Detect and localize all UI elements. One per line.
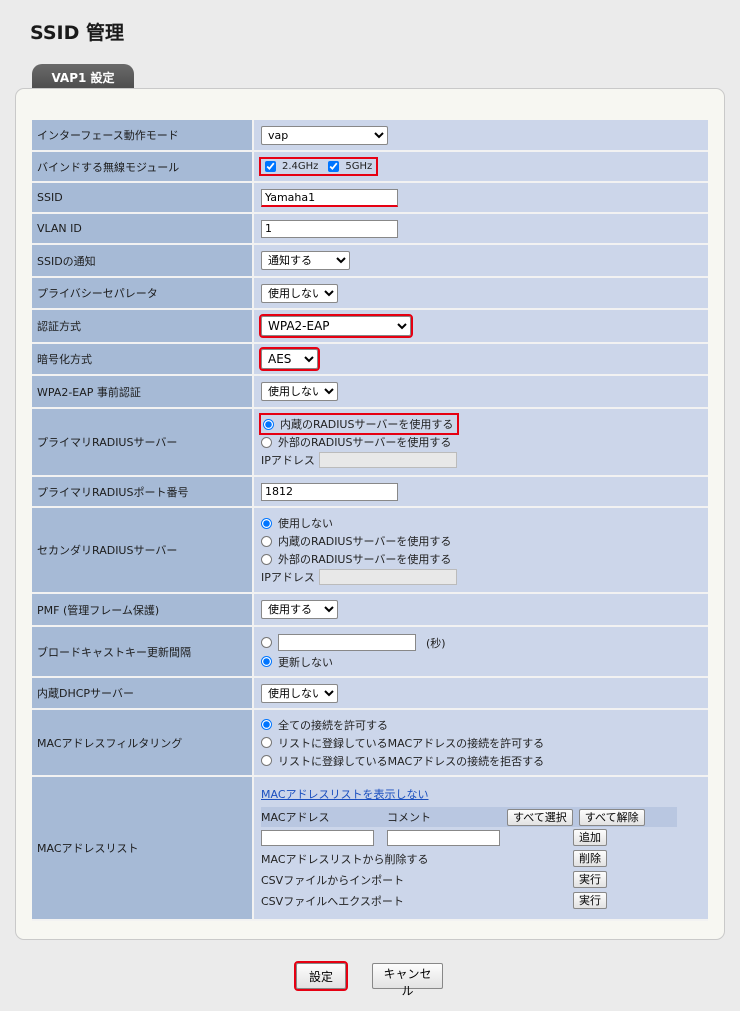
csv-export-button[interactable]: 実行 — [573, 892, 607, 909]
mac-filter-all-row: 全ての接続を許可する — [261, 716, 708, 734]
select-all-button[interactable]: すべて選択 — [507, 808, 573, 826]
primary-radius-external-row: 外部のRADIUSサーバーを使用する — [261, 433, 708, 451]
broadcast-key-no-update-row: 更新しない — [261, 653, 708, 671]
broadcast-key-label: ブロードキャストキー更新間隔 — [32, 627, 254, 678]
encryption-select[interactable]: AES — [259, 347, 320, 371]
mac-delete-label: MACアドレスリストから削除する — [261, 852, 429, 866]
csv-export-row: CSVファイルへエクスポート 実行 — [261, 890, 708, 911]
checkbox-5ghz[interactable] — [328, 160, 340, 172]
secondary-radius-none-radio[interactable] — [261, 517, 272, 529]
privacy-separator-label: プライバシーセパレータ — [32, 278, 254, 310]
cancel-button[interactable]: キャンセル — [372, 963, 443, 998]
delete-button[interactable]: 削除 — [573, 850, 607, 867]
tab-vap1-settings[interactable]: VAP1 設定 — [32, 64, 134, 90]
ssid-notify-label: SSIDの通知 — [32, 245, 254, 278]
label-5ghz: 5GHz — [345, 160, 373, 172]
comment-input[interactable] — [387, 829, 500, 846]
label-24ghz: 2.4GHz — [282, 160, 319, 172]
mac-list-label: MACアドレスリスト — [32, 777, 254, 921]
add-button[interactable]: 追加 — [573, 829, 607, 846]
broadcast-key-no-update-radio[interactable] — [261, 656, 272, 667]
mac-delete-row: MACアドレスリストから削除する 削除 — [261, 848, 708, 869]
bind-module-checkboxes: 2.4GHz 5GHz — [258, 156, 379, 176]
dhcp-label: 内蔵DHCPサーバー — [32, 678, 254, 710]
secondary-radius-internal-row: 内蔵のRADIUSサーバーを使用する — [261, 532, 708, 550]
primary-radius-external-text: 外部のRADIUSサーバーを使用する — [278, 436, 452, 449]
mac-filter-deny-radio[interactable] — [261, 755, 272, 766]
ssid-notify-select[interactable]: 通知する — [261, 251, 350, 270]
privacy-separator-select[interactable]: 使用しない — [261, 283, 338, 303]
secondary-radius-none-row: 使用しない — [261, 514, 708, 532]
primary-radius-external-radio[interactable] — [261, 436, 272, 448]
wpa2-preauth-select[interactable]: 使用しない — [261, 382, 338, 401]
secondary-radius-none-text: 使用しない — [278, 517, 333, 530]
csv-import-label: CSVファイルからインポート — [261, 873, 405, 887]
broadcast-key-interval-radio[interactable] — [261, 637, 272, 648]
mac-filter-allow-text: リストに登録しているMACアドレスの接続を許可する — [278, 736, 545, 750]
interface-mode-label: インターフェース動作モード — [32, 120, 254, 152]
mac-add-row: 追加 — [261, 827, 708, 848]
secondary-radius-external-radio[interactable] — [261, 553, 272, 565]
secondary-radius-ip-input[interactable] — [318, 569, 457, 585]
mac-filter-all-text: 全ての接続を許可する — [278, 718, 388, 732]
primary-radius-internal-text: 内蔵のRADIUSサーバーを使用する — [280, 418, 454, 431]
primary-radius-ip-row: IPアドレス — [261, 451, 708, 469]
secondary-radius-external-row: 外部のRADIUSサーバーを使用する — [261, 550, 708, 568]
comment-col-header: コメント — [387, 811, 431, 824]
secondary-radius-internal-radio[interactable] — [261, 535, 272, 547]
broadcast-key-interval-input[interactable] — [278, 634, 416, 651]
dhcp-select[interactable]: 使用しない — [261, 683, 338, 703]
primary-radius-ip-input[interactable] — [318, 452, 457, 468]
csv-import-row: CSVファイルからインポート 実行 — [261, 869, 708, 890]
wpa2-preauth-label: WPA2-EAP 事前認証 — [32, 376, 254, 409]
csv-export-label: CSVファイルへエクスポート — [261, 894, 404, 908]
broadcast-key-no-update-text: 更新しない — [278, 655, 333, 669]
broadcast-key-unit: (秒) — [426, 636, 446, 650]
primary-radius-port-input[interactable] — [261, 482, 398, 501]
primary-radius-internal-radio[interactable] — [263, 418, 274, 430]
secondary-radius-internal-text: 内蔵のRADIUSサーバーを使用する — [278, 535, 452, 548]
submit-button[interactable]: 設定 — [294, 961, 348, 991]
secondary-radius-ip-row: IPアドレス — [261, 568, 708, 586]
settings-table: インターフェース動作モード vap バインドする無線モジュール 2.4GHz 5… — [32, 120, 708, 921]
secondary-radius-label: セカンダリRADIUSサーバー — [32, 508, 254, 594]
primary-radius-port-label: プライマリRADIUSポート番号 — [32, 477, 254, 508]
pmf-select[interactable]: 使用する — [261, 600, 338, 619]
interface-mode-select[interactable]: vap — [261, 125, 388, 145]
mac-col-header: MACアドレス — [261, 811, 330, 824]
primary-radius-ip-label: IPアドレス — [261, 454, 315, 467]
csv-import-button[interactable]: 実行 — [573, 871, 607, 888]
mac-filter-deny-text: リストに登録しているMACアドレスの接続を拒否する — [278, 754, 545, 768]
mac-filter-deny-row: リストに登録しているMACアドレスの接続を拒否する — [261, 752, 708, 770]
pmf-label: PMF (管理フレーム保護) — [32, 594, 254, 627]
checkbox-24ghz[interactable] — [265, 160, 276, 172]
page-title: SSID 管理 — [30, 22, 124, 44]
bind-module-label: バインドする無線モジュール — [32, 152, 254, 183]
secondary-radius-external-text: 外部のRADIUSサーバーを使用する — [278, 553, 452, 566]
encryption-label: 暗号化方式 — [32, 344, 254, 376]
mac-list-header: MACアドレス コメント すべて選択 すべて解除 — [261, 807, 677, 827]
mac-filter-allow-radio[interactable] — [261, 737, 272, 748]
broadcast-key-interval-row: (秒) — [261, 633, 708, 653]
vlan-id-input[interactable] — [261, 219, 398, 238]
ssid-label: SSID — [32, 183, 254, 214]
primary-radius-internal-row: 内蔵のRADIUSサーバーを使用する — [259, 413, 459, 435]
vlan-id-label: VLAN ID — [32, 214, 254, 245]
hide-mac-list-link[interactable]: MACアドレスリストを表示しない — [261, 786, 429, 802]
primary-radius-label: プライマリRADIUSサーバー — [32, 409, 254, 477]
mac-filter-allow-row: リストに登録しているMACアドレスの接続を許可する — [261, 734, 708, 752]
auth-method-label: 認証方式 — [32, 310, 254, 344]
deselect-all-button[interactable]: すべて解除 — [578, 808, 645, 826]
mac-filter-label: MACアドレスフィルタリング — [32, 710, 254, 777]
auth-method-select[interactable]: WPA2-EAP — [259, 314, 413, 338]
mac-filter-all-radio[interactable] — [261, 719, 272, 730]
secondary-radius-ip-label: IPアドレス — [261, 571, 315, 584]
ssid-input[interactable] — [261, 188, 398, 207]
mac-address-input[interactable] — [261, 829, 374, 846]
